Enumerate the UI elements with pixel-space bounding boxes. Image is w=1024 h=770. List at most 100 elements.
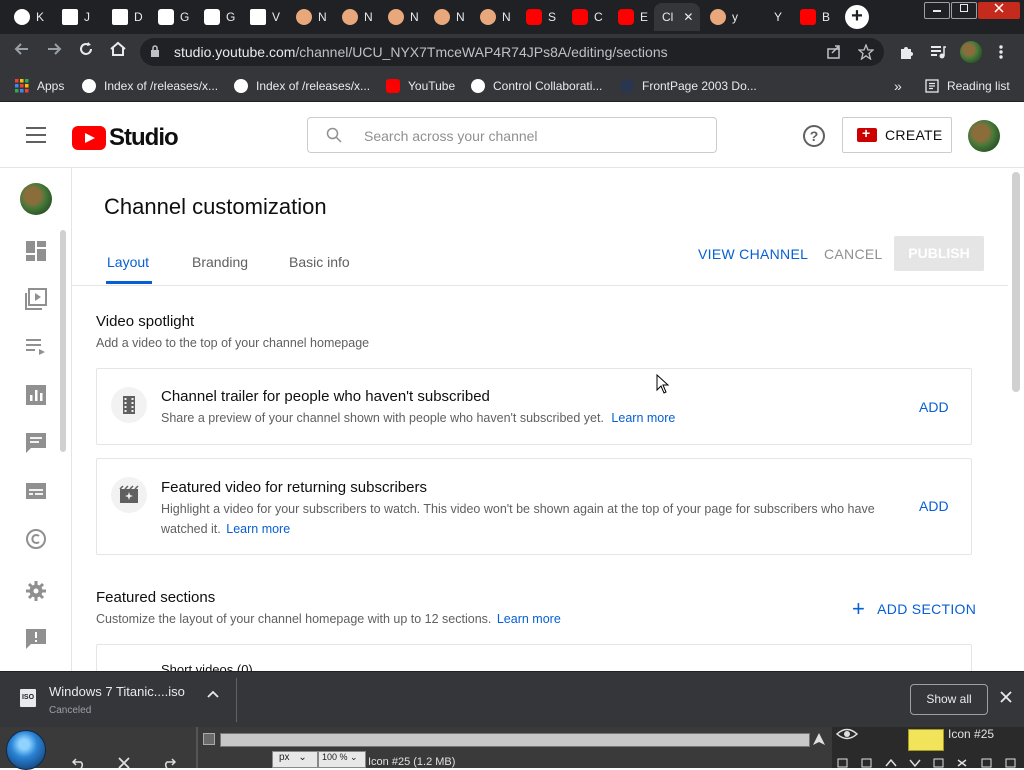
browser-tab[interactable]: y (702, 3, 746, 31)
clear-icon[interactable] (117, 757, 131, 768)
main-content: Channel customization Layout Branding Ba… (72, 168, 1024, 671)
show-all-button[interactable]: Show all (910, 684, 988, 715)
tab-favicon-icon (342, 9, 358, 25)
browser-tab[interactable]: N (472, 3, 516, 31)
zoom-select[interactable]: 100 % ⌄ (318, 751, 366, 768)
maximize-button[interactable] (951, 2, 977, 19)
bookmark-item[interactable]: Index of /releases/x... (82, 77, 218, 95)
layer-thumbnail[interactable] (908, 729, 944, 751)
browser-tab[interactable]: N (426, 3, 470, 31)
star-bookmark-icon[interactable] (858, 44, 874, 60)
reset-icon[interactable] (162, 757, 176, 768)
tab-layout[interactable]: Layout (107, 254, 149, 270)
analytics-icon[interactable] (25, 384, 47, 406)
main-scrollbar[interactable] (1012, 172, 1020, 392)
browser-tab[interactable]: G (150, 3, 194, 31)
back-button[interactable] (11, 41, 33, 63)
bookmark-youtube[interactable]: YouTube (386, 77, 455, 95)
cancel-button[interactable]: CANCEL (824, 246, 883, 262)
tab-branding[interactable]: Branding (192, 254, 248, 270)
add-trailer-button[interactable]: ADD (919, 399, 949, 415)
media-playlist-icon[interactable] (930, 44, 946, 60)
dashboard-icon[interactable] (25, 240, 47, 262)
content-icon[interactable] (25, 288, 47, 310)
tab-label: E (640, 10, 649, 24)
copyright-icon[interactable] (25, 528, 47, 550)
bookmarks-overflow-button[interactable]: » (894, 77, 902, 95)
download-shelf: ISO Windows 7 Titanic....iso Canceled Sh… (0, 671, 1024, 727)
settings-gear-icon[interactable] (25, 580, 47, 602)
home-button[interactable] (107, 41, 129, 63)
undo-icon[interactable] (72, 757, 86, 768)
card-description: Highlight a video for your subscribers t… (161, 499, 921, 539)
help-icon[interactable]: ? (803, 125, 825, 147)
browser-tab[interactable]: D (104, 3, 148, 31)
subtitles-icon[interactable] (25, 480, 47, 502)
feedback-icon[interactable] (25, 628, 47, 650)
comments-icon[interactable] (25, 432, 47, 454)
playlists-icon[interactable] (25, 336, 47, 358)
layer-action-icons[interactable] (836, 757, 1024, 768)
tab-label: N (502, 10, 511, 24)
browser-tab[interactable]: C (564, 3, 608, 31)
browser-tab[interactable]: S (518, 3, 562, 31)
youtube-studio-logo[interactable]: Studio (72, 124, 179, 152)
bookmark-label: Index of /releases/x... (104, 79, 219, 93)
chevron-up-icon[interactable] (206, 688, 220, 702)
share-icon[interactable] (826, 44, 842, 60)
learn-more-link[interactable]: Learn more (226, 522, 290, 536)
tab-label: N (456, 10, 465, 24)
frontpage-icon (620, 79, 634, 93)
bookmark-item[interactable]: Control Collaborati... (471, 77, 602, 95)
card-description: Share a preview of your channel shown wi… (161, 408, 675, 428)
window-close-button[interactable] (978, 2, 1020, 19)
minimize-button[interactable] (924, 2, 950, 19)
new-tab-button[interactable]: + (845, 5, 869, 29)
eye-visibility-icon[interactable] (836, 727, 858, 741)
more-vert-icon[interactable] (998, 44, 1004, 60)
forward-button[interactable] (43, 41, 65, 63)
close-icon[interactable] (998, 689, 1014, 705)
create-button[interactable]: CREATE (842, 117, 952, 153)
publish-button[interactable]: PUBLISH (894, 236, 984, 271)
search-input[interactable]: Search across your channel (307, 117, 717, 153)
profile-avatar[interactable] (960, 41, 982, 63)
horizontal-scrollbar[interactable] (220, 733, 810, 747)
learn-more-link[interactable]: Learn more (611, 411, 675, 425)
windows-start-orb[interactable] (6, 730, 46, 770)
view-channel-button[interactable]: VIEW CHANNEL (698, 246, 808, 262)
address-bar[interactable]: studio.youtube.com/channel/UCU_NYX7TmceW… (140, 38, 884, 66)
bookmark-item[interactable]: Index of /releases/x... (234, 77, 370, 95)
extensions-puzzle-icon[interactable] (898, 44, 914, 60)
browser-tab[interactable]: N (380, 3, 424, 31)
reload-button[interactable] (75, 41, 97, 63)
browser-tab[interactable]: E (610, 3, 654, 31)
bookmark-apps[interactable]: Apps (15, 77, 64, 95)
pointer-tool-icon[interactable] (812, 732, 826, 746)
account-avatar[interactable] (968, 120, 1000, 152)
browser-tab[interactable]: Y (748, 3, 788, 31)
layer-name[interactable]: Icon #25 (948, 727, 994, 741)
browser-tab[interactable]: J (54, 3, 100, 31)
learn-more-link[interactable]: Learn more (497, 612, 561, 626)
channel-avatar[interactable] (20, 183, 52, 215)
browser-tab[interactable]: G (196, 3, 240, 31)
checkbox[interactable] (203, 733, 215, 745)
download-filename[interactable]: Windows 7 Titanic....iso (49, 684, 185, 699)
browser-tab[interactable]: B (792, 3, 836, 31)
browser-tab[interactable]: N (334, 3, 378, 31)
bookmark-item[interactable]: FrontPage 2003 Do... (620, 77, 757, 95)
browser-tab[interactable]: K (6, 3, 50, 31)
add-section-button[interactable]: + ADD SECTION (852, 598, 976, 620)
add-featured-video-button[interactable]: ADD (919, 498, 949, 514)
tab-close-icon[interactable]: ✕ (683, 10, 693, 24)
reading-list-button[interactable]: Reading list (925, 77, 1010, 95)
sidenav-scrollbar[interactable] (60, 230, 66, 452)
menu-hamburger-icon[interactable] (26, 127, 46, 143)
tab-label: G (226, 10, 236, 24)
unit-select[interactable]: px ⌄ (272, 751, 318, 768)
browser-tab[interactable]: V (242, 3, 286, 31)
browser-tab[interactable]: N (288, 3, 332, 31)
tab-basic-info[interactable]: Basic info (289, 254, 350, 270)
browser-tab-active[interactable]: Cl ✕ (654, 3, 700, 31)
